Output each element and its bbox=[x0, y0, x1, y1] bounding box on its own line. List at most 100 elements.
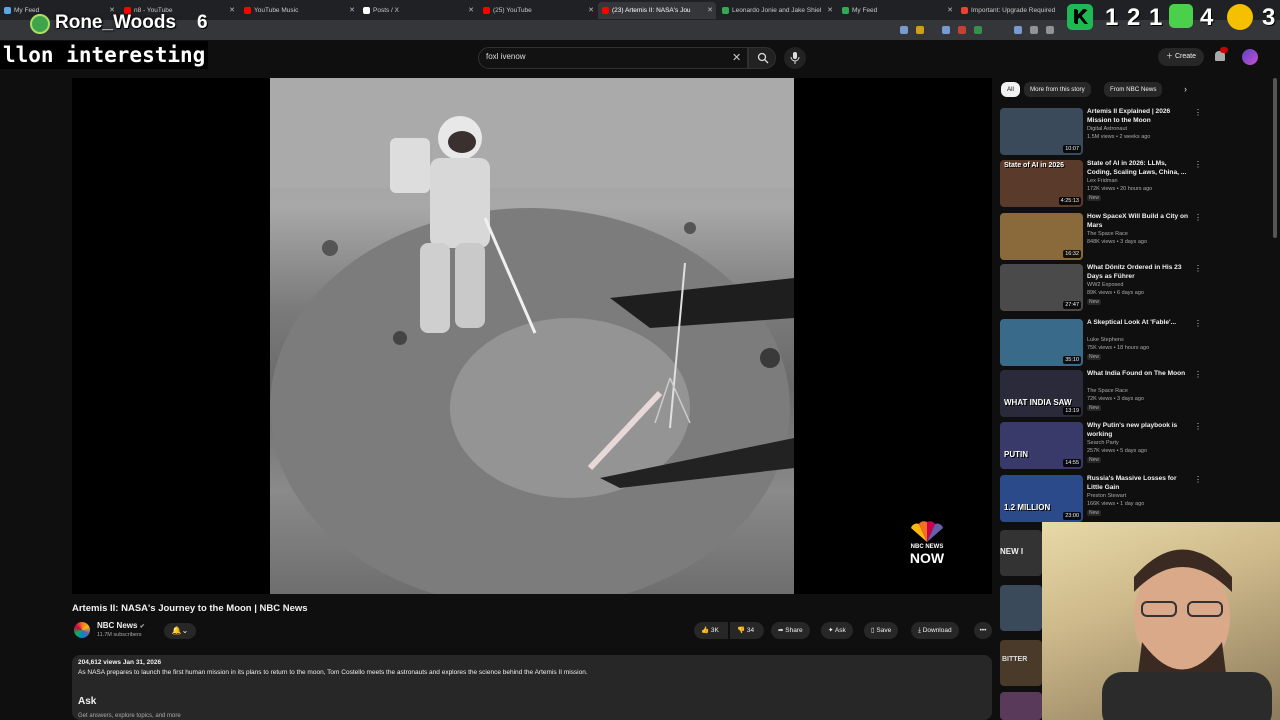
browser-tab[interactable]: Posts / X ✕ bbox=[359, 2, 477, 19]
description-text: As NASA prepares to launch the first hum… bbox=[78, 669, 588, 676]
download-button[interactable]: ⤓ Download bbox=[911, 622, 959, 639]
recommendation-title[interactable]: How SpaceX Will Build a City on Mars bbox=[1087, 213, 1189, 230]
search-button[interactable] bbox=[748, 47, 776, 69]
nbc-news-now-watermark: NBC NEWS NOW bbox=[902, 520, 952, 568]
more-options-icon[interactable]: ⋮ bbox=[1194, 108, 1202, 117]
recommendation-item[interactable]: 1.2 MILLION 23:00 Russia's Massive Losses … bbox=[1000, 475, 1202, 525]
channel-name[interactable]: NBC News ✔ bbox=[97, 621, 145, 630]
recommendation-item[interactable]: 16:32 How SpaceX Will Build a City on Mar… bbox=[1000, 213, 1202, 263]
close-tab-icon[interactable]: ✕ bbox=[468, 2, 474, 19]
recommendation-channel[interactable]: Search Party bbox=[1087, 440, 1119, 446]
more-options-icon[interactable]: ⋮ bbox=[1194, 160, 1202, 169]
recommendation-channel[interactable]: The Space Race bbox=[1087, 231, 1128, 237]
ask-button[interactable]: ✦ Ask bbox=[821, 622, 853, 639]
video-duration: 10:07 bbox=[1063, 145, 1081, 153]
bookmark-star-icon[interactable] bbox=[916, 26, 924, 34]
recommendation-title[interactable]: State of AI in 2026: LLMs, Coding, Scali… bbox=[1087, 160, 1189, 177]
recommendation-item[interactable]: 27:47 What Dönitz Ordered in His 23 Days … bbox=[1000, 264, 1202, 314]
download-icon: ⤓ bbox=[918, 627, 921, 634]
close-tab-icon[interactable]: ✕ bbox=[349, 2, 355, 19]
extension-icon[interactable] bbox=[958, 26, 966, 34]
subscription-bell-button[interactable]: 🔔⌄ bbox=[164, 623, 196, 639]
like-button[interactable]: 👍 3K bbox=[694, 622, 728, 639]
recommendation-item[interactable]: 35:10 A Skeptical Look At 'Fable'... Luke … bbox=[1000, 319, 1202, 369]
chip-from-nbc-news[interactable]: From NBC News bbox=[1104, 82, 1163, 97]
extension-icon[interactable] bbox=[1014, 26, 1022, 34]
extension-icon[interactable] bbox=[974, 26, 982, 34]
recommendation-channel[interactable]: The Space Race bbox=[1087, 388, 1128, 394]
create-button[interactable]: ＋ Create bbox=[1158, 48, 1204, 66]
extension-icon[interactable] bbox=[1046, 26, 1054, 34]
partial-thumbnail[interactable] bbox=[1000, 692, 1042, 720]
browser-tab[interactable]: (25) YouTube ✕ bbox=[479, 2, 597, 19]
share-button[interactable]: ➦ Share bbox=[771, 622, 810, 639]
recommendation-title[interactable]: What India Found on The Moon bbox=[1087, 370, 1189, 379]
tab-favicon-icon bbox=[722, 7, 729, 14]
recommendation-thumbnail[interactable]: PUTIN 14:55 bbox=[1000, 422, 1083, 469]
extension-icon[interactable] bbox=[900, 26, 908, 34]
more-options-icon[interactable]: ⋮ bbox=[1194, 370, 1202, 379]
recommendation-title[interactable]: A Skeptical Look At 'Fable'... bbox=[1087, 319, 1189, 328]
browser-tab[interactable]: Leonardo Jonie and Jake Shiel ✕ bbox=[718, 2, 836, 19]
recommendation-item[interactable]: PUTIN 14:55 Why Putin's new playbook is wo… bbox=[1000, 422, 1202, 472]
recommendation-item[interactable]: WHAT INDIA SAW 13:19 What India Found on T… bbox=[1000, 370, 1202, 420]
extension-icon[interactable] bbox=[1030, 26, 1038, 34]
video-frame[interactable] bbox=[270, 78, 794, 594]
browser-tab[interactable]: My Feed ✕ bbox=[838, 2, 956, 19]
verified-icon: ✔ bbox=[139, 624, 145, 630]
more-options-icon[interactable]: ⋮ bbox=[1194, 319, 1202, 328]
more-options-icon[interactable]: ⋮ bbox=[1194, 475, 1202, 484]
channel-avatar[interactable] bbox=[74, 622, 90, 638]
partial-thumbnail[interactable]: BITTER bbox=[1000, 640, 1042, 686]
recommendation-channel[interactable]: Lex Fridman bbox=[1087, 178, 1118, 184]
recommendation-channel[interactable]: Digital Astronaut bbox=[1087, 126, 1127, 132]
recommendation-title[interactable]: Artemis II Explained | 2026 Mission to t… bbox=[1087, 108, 1189, 125]
recommendation-thumbnail[interactable]: 35:10 bbox=[1000, 319, 1083, 366]
dislike-button[interactable]: 👎 34 bbox=[730, 622, 764, 639]
recommendation-thumbnail[interactable]: WHAT INDIA SAW 13:19 bbox=[1000, 370, 1083, 417]
more-options-icon[interactable]: ⋮ bbox=[1194, 422, 1202, 431]
save-button[interactable]: ▯ Save bbox=[864, 622, 899, 639]
recommendation-channel[interactable]: Luke Stephens bbox=[1087, 337, 1124, 343]
browser-tab[interactable]: YouTube Music ✕ bbox=[240, 2, 358, 19]
extension-icon[interactable] bbox=[942, 26, 950, 34]
clear-search-icon[interactable]: ✕ bbox=[732, 51, 741, 64]
close-tab-icon[interactable]: ✕ bbox=[827, 2, 833, 19]
chip-all[interactable]: All bbox=[1001, 82, 1020, 97]
sidebar-scrollbar[interactable] bbox=[1273, 78, 1277, 238]
more-options-icon[interactable]: ⋮ bbox=[1194, 213, 1202, 222]
counter-digit: 1 bbox=[1149, 4, 1163, 31]
close-tab-icon[interactable]: ✕ bbox=[947, 2, 953, 19]
recommendation-item[interactable]: 10:07 Artemis II Explained | 2026 Mission… bbox=[1000, 108, 1202, 158]
close-tab-icon[interactable]: ✕ bbox=[707, 2, 713, 19]
recommendation-thumbnail[interactable]: State of AI in 2026 4:25:13 bbox=[1000, 160, 1083, 207]
search-input[interactable]: foxl ivenow bbox=[486, 52, 526, 61]
recommendation-channel[interactable]: WW2 Exposed bbox=[1087, 282, 1123, 288]
browser-tab[interactable]: Important: Upgrade Required✕ bbox=[957, 2, 1075, 19]
more-options-icon[interactable]: ⋮ bbox=[1194, 264, 1202, 273]
recommendation-title[interactable]: Why Putin's new playbook is working bbox=[1087, 422, 1189, 439]
partial-thumbnail[interactable] bbox=[1000, 585, 1042, 631]
recommendation-channel[interactable]: Preston Stewart bbox=[1087, 493, 1126, 499]
recommendation-thumbnail[interactable]: 1.2 MILLION 23:00 bbox=[1000, 475, 1083, 522]
close-tab-icon[interactable]: ✕ bbox=[588, 2, 594, 19]
recommendation-item[interactable]: State of AI in 2026 4:25:13 State of AI in… bbox=[1000, 160, 1202, 210]
webcam-person-image bbox=[1102, 549, 1272, 720]
browser-tab[interactable]: (23) Artemis II: NASA's Jou ✕ bbox=[598, 2, 716, 19]
chip-more-from-story[interactable]: More from this story bbox=[1024, 82, 1091, 97]
new-badge: New bbox=[1087, 195, 1102, 201]
account-avatar[interactable] bbox=[1242, 49, 1258, 65]
description-box[interactable] bbox=[72, 655, 992, 720]
close-tab-icon[interactable]: ✕ bbox=[229, 2, 235, 19]
like-count: 3K bbox=[710, 627, 719, 634]
recommendation-title[interactable]: Russia's Massive Losses for Little Gain bbox=[1087, 475, 1189, 492]
voice-search-button[interactable] bbox=[784, 47, 806, 69]
recommendation-title[interactable]: What Dönitz Ordered in His 23 Days as Fü… bbox=[1087, 264, 1189, 281]
recommendation-thumbnail[interactable]: 16:32 bbox=[1000, 213, 1083, 260]
recommendation-thumbnail[interactable]: 27:47 bbox=[1000, 264, 1083, 311]
more-actions-button[interactable]: ••• bbox=[974, 622, 992, 639]
recommendation-meta: 166K views • 1 day ago bbox=[1087, 501, 1145, 507]
recommendation-thumbnail[interactable]: 10:07 bbox=[1000, 108, 1083, 155]
chevron-right-icon[interactable]: › bbox=[1184, 84, 1187, 94]
partial-thumbnail[interactable]: NEW I bbox=[1000, 530, 1042, 576]
